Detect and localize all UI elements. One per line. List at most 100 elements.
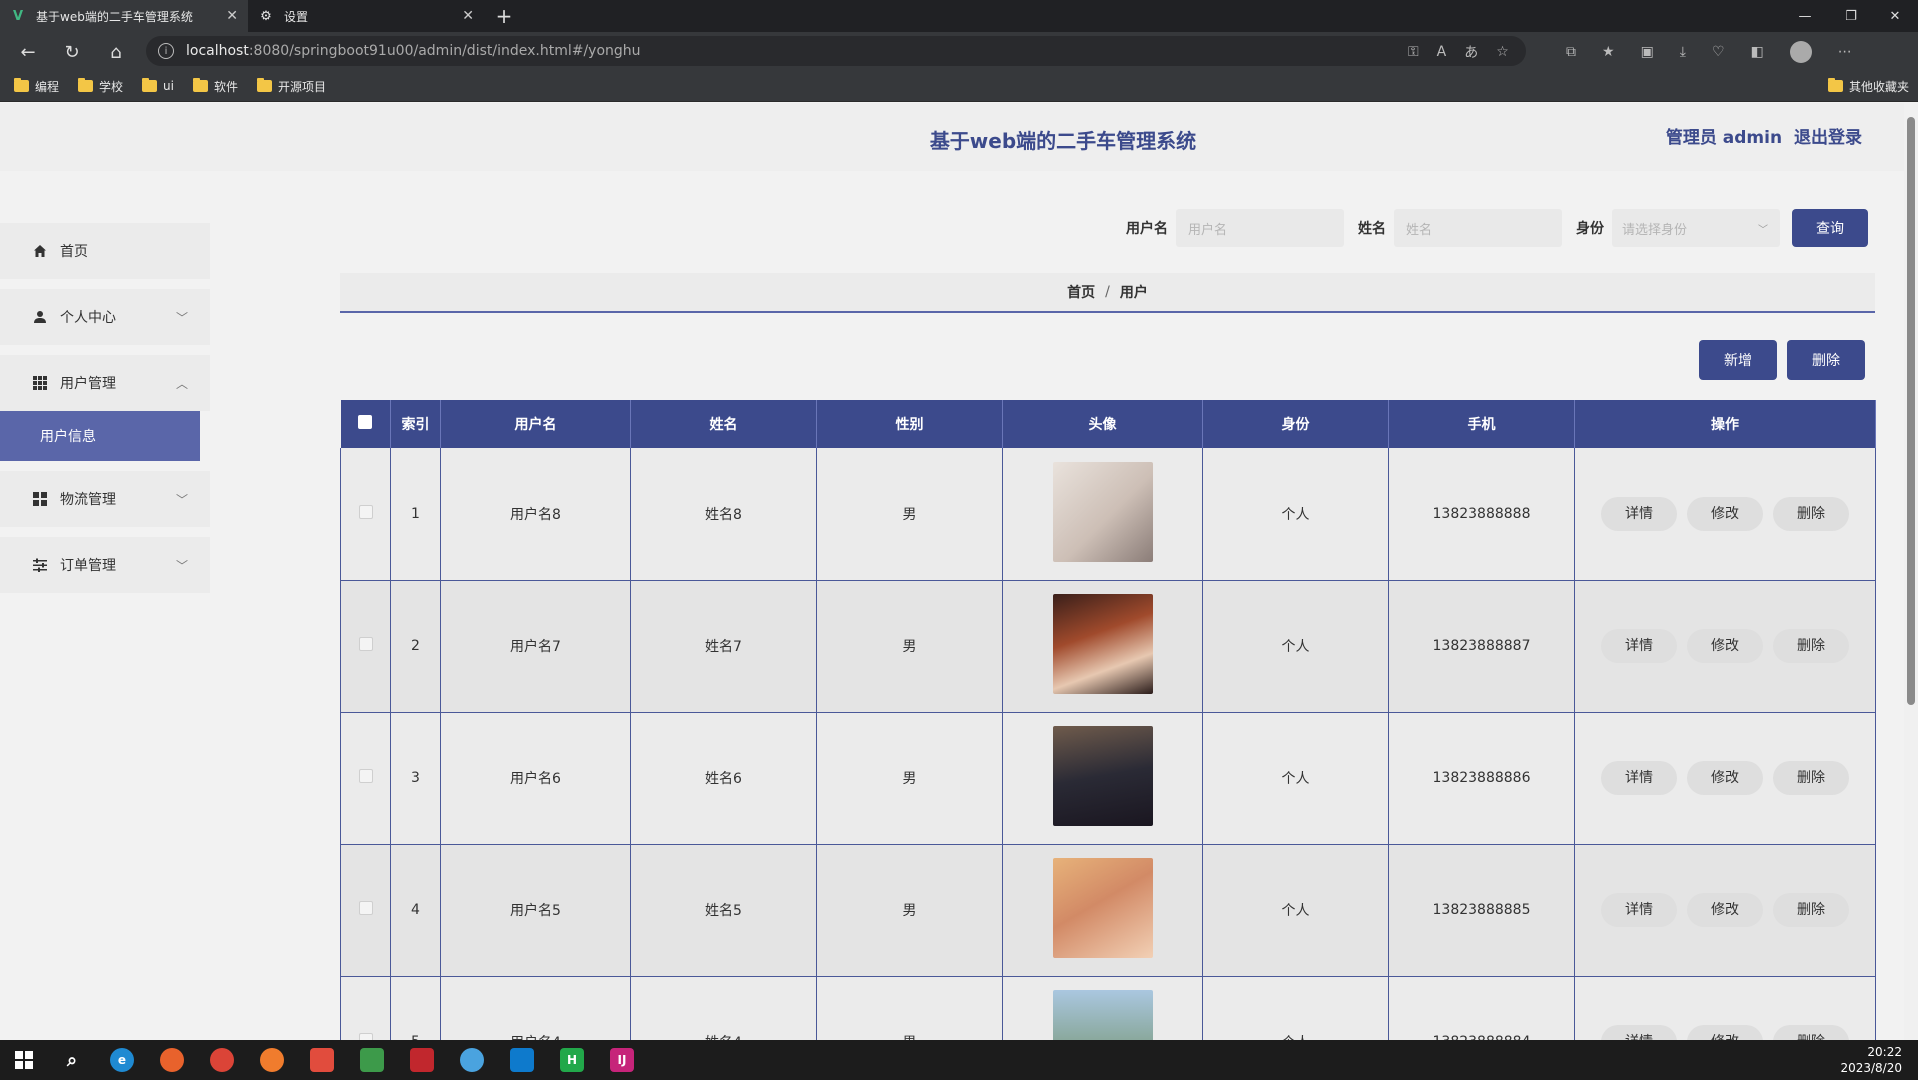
avatar[interactable] (1052, 990, 1153, 1040)
sidebar-subitem-user-info[interactable]: 用户信息 (0, 411, 200, 461)
performance-icon[interactable]: ♡ (1712, 44, 1725, 60)
tab-settings[interactable]: ⚙ 设置 ✕ (248, 0, 484, 32)
windows-start-icon[interactable] (12, 1048, 36, 1072)
collections-icon[interactable]: ▣ (1641, 44, 1654, 60)
delete-button[interactable]: 删除 (1773, 761, 1849, 795)
url-host: localhost (186, 43, 249, 59)
restore-button[interactable]: ❐ (1828, 0, 1874, 32)
bookmark-folder[interactable]: 编程 (14, 76, 59, 96)
new-tab-button[interactable]: + (492, 4, 516, 28)
chevron-down-icon: ﹀ (175, 559, 188, 573)
other-bookmarks[interactable]: 其他收藏夹 (1828, 76, 1909, 96)
database-app-icon[interactable] (410, 1048, 434, 1072)
profile-avatar-icon[interactable] (1789, 41, 1812, 63)
delete-button[interactable]: 删除 (1773, 1025, 1849, 1040)
address-bar[interactable]: i localhost:8080/springboot91u00/admin/d… (146, 36, 1526, 66)
page-title: 基于web端的二手车管理系统 (929, 129, 1197, 153)
row-checkbox[interactable] (358, 637, 373, 651)
row-checkbox[interactable] (358, 1033, 373, 1040)
avatar[interactable] (1052, 858, 1153, 958)
select-all-cell[interactable] (340, 400, 391, 448)
firefox-icon[interactable] (160, 1048, 184, 1072)
username-input[interactable]: 用户名 (1176, 209, 1344, 247)
close-window-button[interactable]: ✕ (1872, 0, 1918, 32)
avatar[interactable] (1052, 461, 1153, 562)
avatar[interactable] (1052, 594, 1153, 694)
extensions-icon[interactable]: ⧉ (1566, 44, 1576, 60)
detail-button[interactable]: 详情 (1601, 893, 1677, 927)
sidebar-item-home[interactable]: 首页 (0, 223, 210, 279)
file-manager-icon[interactable] (360, 1048, 384, 1072)
chrome-icon[interactable] (210, 1048, 234, 1072)
row-select-cell[interactable] (340, 712, 391, 845)
read-aloud-icon[interactable]: A (1437, 44, 1447, 60)
add-button[interactable]: 新增 (1699, 340, 1777, 380)
sidebar-item-personal-center[interactable]: 个人中心 ﹀ (0, 289, 210, 345)
name-cell: 姓名8 (630, 448, 817, 581)
bookmark-folder[interactable]: ui (142, 76, 174, 96)
bookmark-folder[interactable]: 软件 (193, 76, 238, 96)
network-app-icon[interactable] (460, 1048, 484, 1072)
breadcrumb-home[interactable]: 首页 (1067, 282, 1095, 302)
translate-icon[interactable]: あ (1464, 42, 1478, 62)
edge-browser-icon[interactable]: e (110, 1048, 134, 1072)
table-row: 1 用户名8 姓名8 男个人 13823888888 详情 修改 删除 (340, 448, 1876, 581)
more-menu-icon[interactable]: ⋯ (1838, 44, 1852, 60)
bookmark-folder[interactable]: 开源项目 (257, 76, 326, 96)
row-select-cell[interactable] (340, 844, 391, 977)
query-button[interactable]: 查询 (1792, 209, 1868, 247)
edit-button[interactable]: 修改 (1687, 1025, 1763, 1040)
edit-button[interactable]: 修改 (1687, 893, 1763, 927)
folder-icon (14, 78, 29, 92)
favorite-add-icon[interactable]: ☆ (1496, 44, 1509, 60)
column-header: 姓名 (630, 400, 817, 448)
key-icon[interactable]: ⚿ (1408, 44, 1419, 60)
delete-button[interactable]: 删除 (1773, 893, 1849, 927)
sidebar-item-logistics[interactable]: 物流管理 ﹀ (0, 471, 210, 527)
back-icon[interactable]: ← (14, 38, 42, 66)
page-scrollbar[interactable] (1904, 103, 1918, 1040)
row-select-cell[interactable] (340, 448, 391, 581)
sidebar-icon[interactable]: ◧ (1751, 44, 1764, 60)
swirl-app-icon[interactable] (310, 1048, 334, 1072)
download-icon[interactable]: ⤓ (1680, 44, 1686, 60)
logout-link[interactable]: 退出登录 (1794, 128, 1862, 148)
scrollbar-thumb[interactable] (1907, 117, 1915, 705)
taskbar-clock[interactable]: 20:22 2023/8/20 (1840, 1044, 1902, 1076)
name-input[interactable]: 姓名 (1394, 209, 1562, 247)
close-icon[interactable]: ✕ (462, 8, 474, 24)
batch-delete-button[interactable]: 删除 (1787, 340, 1865, 380)
row-checkbox[interactable] (358, 901, 373, 915)
home-icon[interactable]: ⌂ (102, 38, 130, 66)
select-all-checkbox[interactable] (358, 415, 373, 429)
detail-button[interactable]: 详情 (1601, 629, 1677, 663)
vscode-icon[interactable] (510, 1048, 534, 1072)
info-icon[interactable]: i (158, 43, 174, 59)
row-checkbox[interactable] (358, 504, 373, 519)
pen-app-icon[interactable] (260, 1048, 284, 1072)
edit-button[interactable]: 修改 (1687, 496, 1763, 531)
detail-button[interactable]: 详情 (1601, 1025, 1677, 1040)
close-icon[interactable]: ✕ (226, 8, 238, 24)
minimize-button[interactable]: — (1782, 0, 1828, 32)
bookmark-folder[interactable]: 学校 (78, 76, 123, 96)
tab-admin-system[interactable]: V 基于web端的二手车管理系统 ✕ (0, 0, 248, 32)
row-checkbox[interactable] (358, 769, 373, 783)
delete-button[interactable]: 删除 (1773, 496, 1849, 531)
hbuilder-icon[interactable]: H (560, 1048, 584, 1072)
sidebar-item-user-management[interactable]: 用户管理 ︿ (0, 355, 210, 411)
favorites-icon[interactable]: ★ (1602, 44, 1615, 60)
row-select-cell[interactable] (340, 580, 391, 713)
edit-button[interactable]: 修改 (1687, 629, 1763, 663)
intellij-icon[interactable]: IJ (610, 1048, 634, 1072)
search-icon[interactable]: ⌕ (60, 1048, 84, 1072)
detail-button[interactable]: 详情 (1601, 761, 1677, 795)
edit-button[interactable]: 修改 (1687, 761, 1763, 795)
avatar[interactable] (1052, 726, 1153, 826)
detail-button[interactable]: 详情 (1601, 496, 1677, 531)
refresh-icon[interactable]: ↻ (58, 38, 86, 66)
role-select[interactable]: 请选择身份 ﹀ (1612, 209, 1780, 247)
row-select-cell[interactable] (340, 976, 391, 1040)
sidebar-item-orders[interactable]: 订单管理 ﹀ (0, 537, 210, 593)
delete-button[interactable]: 删除 (1773, 629, 1849, 663)
